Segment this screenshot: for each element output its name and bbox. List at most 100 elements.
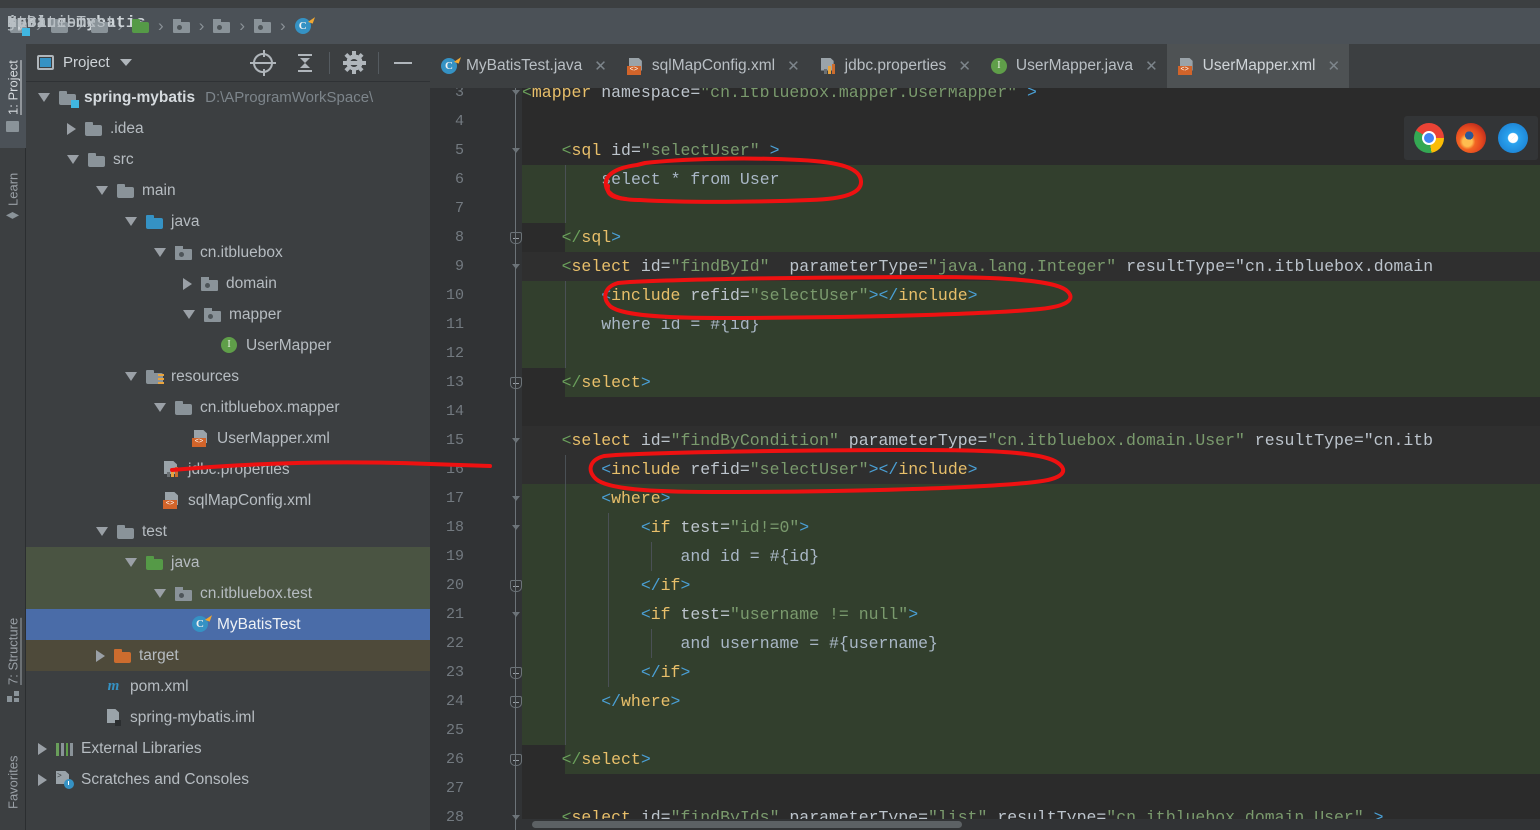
tree-item-external-libraries[interactable]: External Libraries: [26, 733, 430, 764]
code-line[interactable]: <mapper namespace="cn.itbluebox.mapper.U…: [522, 88, 1540, 107]
project-view-selector[interactable]: Project: [37, 54, 132, 71]
chevron-down-icon[interactable]: [154, 589, 166, 598]
code-line[interactable]: <include refid="selectUser"></include>: [522, 281, 1540, 310]
code-line[interactable]: [522, 397, 1540, 426]
editor-tab-usermapper-java[interactable]: I UserMapper.java ✕: [980, 44, 1167, 88]
close-icon[interactable]: ✕: [1145, 57, 1158, 75]
tree-item-cn-itbluebox-test[interactable]: cn.itbluebox.test: [26, 578, 430, 609]
editor-tab-usermapper-xml[interactable]: <> UserMapper.xml ✕: [1166, 44, 1350, 88]
code-line[interactable]: </select>: [522, 745, 1540, 774]
tree-item-mapper[interactable]: mapper: [26, 299, 430, 330]
tree-item-java[interactable]: java: [26, 206, 430, 237]
tree-item-jdbc-properties[interactable]: jdbc.properties: [26, 454, 430, 485]
code-line[interactable]: </if>: [522, 658, 1540, 687]
project-tree[interactable]: spring-mybatis D:\AProgramWorkSpace\ .idea…: [26, 82, 430, 830]
editor-tab-jdbc-properties[interactable]: jdbc.properties ✕: [809, 44, 980, 88]
chevron-down-icon[interactable]: [125, 217, 137, 226]
code-line[interactable]: </if>: [522, 571, 1540, 600]
tree-item-java[interactable]: java: [26, 547, 430, 578]
tree-item-target[interactable]: target: [26, 640, 430, 671]
code-line[interactable]: [522, 194, 1540, 223]
chevron-down-icon[interactable]: [96, 186, 108, 195]
chevron-down-icon[interactable]: [96, 527, 108, 536]
chevron-down-icon[interactable]: [183, 310, 195, 319]
editor-horizontal-scrollbar[interactable]: [522, 819, 1540, 830]
collapse-all-button[interactable]: [284, 44, 326, 82]
firefox-icon[interactable]: [1456, 123, 1486, 153]
code-line[interactable]: [522, 107, 1540, 136]
tree-item-cn-itbluebox-mapper[interactable]: cn.itbluebox.mapper: [26, 392, 430, 423]
sidebar-item-project[interactable]: 1: Project: [0, 44, 26, 148]
breadcrumb-item-itbluebox[interactable]: itbluebox: [7, 8, 231, 44]
fold-marker[interactable]: [509, 144, 523, 158]
tree-item-spring-mybatis[interactable]: spring-mybatis D:\AProgramWorkSpace\: [26, 82, 430, 113]
close-icon[interactable]: ✕: [958, 57, 971, 75]
code-line[interactable]: <select id="findById" parameterType="jav…: [522, 252, 1540, 281]
code-line[interactable]: <sql id="selectUser" >: [522, 136, 1540, 165]
chevron-right-icon[interactable]: [96, 649, 105, 662]
code-line[interactable]: [522, 716, 1540, 745]
fold-marker[interactable]: [509, 434, 523, 448]
breadcrumb-item-cn[interactable]: cn: [7, 8, 190, 44]
fold-marker[interactable]: [509, 260, 523, 274]
code-line[interactable]: select * from User: [522, 165, 1540, 194]
code-line[interactable]: [522, 339, 1540, 368]
settings-button[interactable]: [333, 44, 375, 82]
chrome-icon[interactable]: [1414, 123, 1444, 153]
sidebar-item-favorites[interactable]: Favorites: [0, 734, 26, 830]
tree-item-sqlmapconfig-xml[interactable]: <> sqlMapConfig.xml: [26, 485, 430, 516]
sidebar-item-learn[interactable]: Learn: [0, 156, 26, 238]
code-line[interactable]: <if test="username != null">: [522, 600, 1540, 629]
chevron-down-icon[interactable]: [38, 93, 50, 102]
chevron-down-icon[interactable]: [67, 155, 79, 164]
locate-in-tree-button[interactable]: [242, 44, 284, 82]
fold-marker[interactable]: [509, 811, 523, 825]
chevron-down-icon[interactable]: [154, 248, 166, 257]
chevron-down-icon[interactable]: [119, 59, 132, 66]
code-line[interactable]: </select>: [522, 368, 1540, 397]
chevron-right-icon[interactable]: [38, 773, 47, 786]
tree-item-test[interactable]: test: [26, 516, 430, 547]
tree-item-pom-xml[interactable]: m pom.xml: [26, 671, 430, 702]
code-line[interactable]: <if test="id!=0">: [522, 513, 1540, 542]
code-line[interactable]: <include refid="selectUser"></include>: [522, 455, 1540, 484]
tree-item-usermapper[interactable]: I UserMapper: [26, 330, 430, 361]
hide-panel-button[interactable]: [382, 44, 424, 82]
tree-item-cn-itbluebox[interactable]: cn.itbluebox: [26, 237, 430, 268]
close-icon[interactable]: ✕: [1327, 57, 1340, 75]
sidebar-item-structure[interactable]: 7: Structure: [0, 600, 26, 720]
code-line[interactable]: and username = #{username}: [522, 629, 1540, 658]
safari-icon[interactable]: [1498, 123, 1528, 153]
code-line[interactable]: </sql>: [522, 223, 1540, 252]
tree-item-scratches-and-consoles[interactable]: > Scratches and Consoles: [26, 764, 430, 795]
breadcrumb[interactable]: spring-mybatis › src › test › java › cn › itbluebo…: [0, 8, 1540, 44]
fold-marker[interactable]: [509, 753, 523, 767]
code-line[interactable]: and id = #{id}: [522, 542, 1540, 571]
code-editor[interactable]: 3 4 5 6 7 8 9 10 11 12 13 14 15 16 17 18 19 20 21 22 23 24 25 2…: [430, 88, 1540, 830]
editor-tab-sqlmapconfig-xml[interactable]: <> sqlMapConfig.xml ✕: [616, 44, 809, 88]
chevron-right-icon[interactable]: [38, 742, 47, 755]
breadcrumb-item-test[interactable]: test: [7, 8, 272, 44]
chevron-right-icon[interactable]: [67, 122, 76, 135]
tree-item--idea[interactable]: .idea: [26, 113, 430, 144]
editor-tab-mybatistest-java[interactable]: C MyBatisTest.java ✕: [430, 44, 616, 88]
code-line[interactable]: [522, 774, 1540, 803]
tree-item-domain[interactable]: domain: [26, 268, 430, 299]
code-line[interactable]: </where>: [522, 687, 1540, 716]
chevron-down-icon[interactable]: [125, 372, 137, 381]
fold-marker[interactable]: [509, 579, 523, 593]
scrollbar-thumb[interactable]: [532, 821, 962, 828]
editor-gutter[interactable]: 3 4 5 6 7 8 9 10 11 12 13 14 15 16 17 18 19 20 21 22 23 24 25 2…: [430, 88, 522, 830]
tree-item-src[interactable]: src: [26, 144, 430, 175]
tree-item-resources[interactable]: resources: [26, 361, 430, 392]
close-icon[interactable]: ✕: [787, 57, 800, 75]
code-content[interactable]: <mapper namespace="cn.itbluebox.mapper.U…: [522, 88, 1540, 830]
code-line[interactable]: <select id="findByCondition" parameterTy…: [522, 426, 1540, 455]
fold-marker[interactable]: [509, 521, 523, 535]
tree-item-mybatistest[interactable]: C MyBatisTest: [26, 609, 430, 640]
tree-item-spring-mybatis-iml[interactable]: spring-mybatis.iml: [26, 702, 430, 733]
breadcrumb-item-mybatistest[interactable]: C MyBatisTest: [7, 8, 315, 44]
chevron-down-icon[interactable]: [154, 403, 166, 412]
fold-marker[interactable]: [509, 376, 523, 390]
tree-item-main[interactable]: main: [26, 175, 430, 206]
